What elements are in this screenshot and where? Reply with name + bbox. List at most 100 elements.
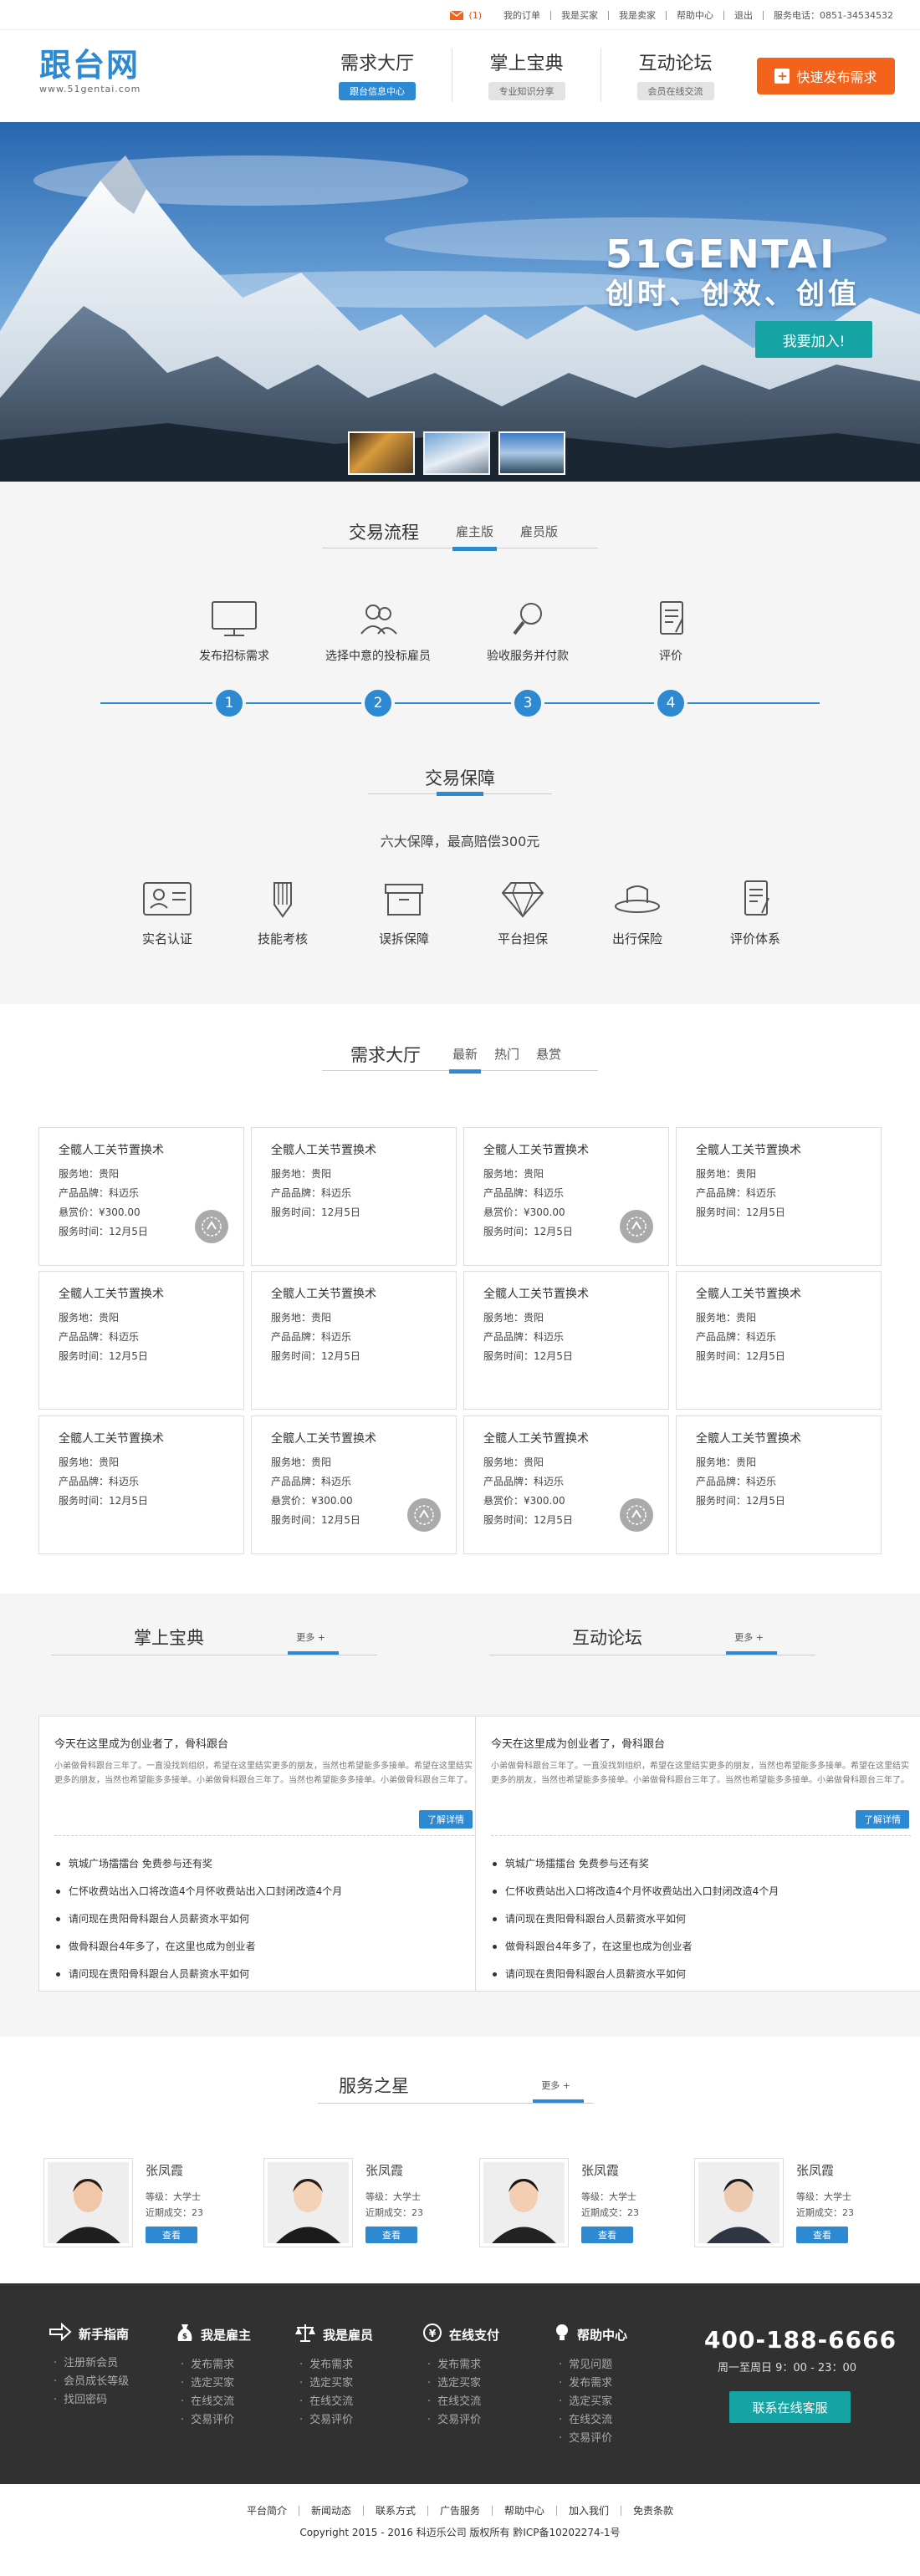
footer-link[interactable]: 会员成长等级: [54, 2373, 129, 2391]
footer-link[interactable]: 在线交流: [559, 2411, 627, 2430]
footer-column-head[interactable]: $ 我是雇主: [176, 2323, 251, 2346]
footer-link[interactable]: 交易评价: [559, 2430, 627, 2448]
guarantee-misremoval[interactable]: 误拆保障: [350, 880, 458, 947]
footer-link[interactable]: 常见问题: [559, 2356, 627, 2375]
article-item[interactable]: 请问现在贵阳骨科跟台人员薪资水平如何: [56, 1905, 342, 1933]
more-link[interactable]: 更多 +: [288, 1630, 339, 1655]
footer-link[interactable]: 发布需求: [427, 2356, 499, 2375]
banner-thumbnail[interactable]: [348, 431, 415, 475]
avatar[interactable]: [479, 2158, 569, 2247]
demand-card[interactable]: 全髋人工关节置换术 服务地：贵阳 产品品牌：科迈乐 悬赏价：¥300.00 服务时间：1…: [38, 1127, 244, 1266]
card-title: 全髋人工关节置换术: [59, 1144, 164, 1157]
featured-headline[interactable]: 今天在这里成为创业者了，骨科跟台: [491, 1735, 911, 1751]
step-progress-line: [100, 702, 820, 704]
banner-thumbnail[interactable]: [498, 431, 565, 475]
bottom-link[interactable]: 广告服务: [427, 2506, 492, 2516]
tab-employer[interactable]: 雇主版: [452, 515, 498, 551]
demand-card[interactable]: 全髋人工关节置换术 服务地：贵阳 产品品牌：科迈乐 服务时间：12月5日: [38, 1416, 244, 1554]
tab-employee[interactable]: 雇员版: [520, 515, 558, 548]
bottom-link[interactable]: 免责条款: [621, 2506, 685, 2516]
logo[interactable]: 跟台网 www.51gentai.com: [39, 45, 141, 94]
footer-link[interactable]: 发布需求: [181, 2356, 251, 2375]
bottom-link[interactable]: 新闻动态: [298, 2506, 363, 2516]
footer-link[interactable]: 选定买家: [181, 2375, 251, 2393]
article-item[interactable]: 请问现在贵阳骨科跟台人员薪资水平如何: [493, 1961, 779, 1988]
tab-latest[interactable]: 最新: [448, 1038, 482, 1074]
featured-headline[interactable]: 今天在这里成为创业者了，骨科跟台: [54, 1735, 474, 1751]
detail-button[interactable]: 了解详情: [856, 1810, 909, 1829]
article-item[interactable]: 仁怀收费站出入口将改造4个月怀收费站出入口封闭改造4个月: [56, 1878, 342, 1905]
mail-notification[interactable]: (1): [450, 10, 482, 21]
footer-link[interactable]: 交易评价: [181, 2411, 251, 2430]
bottom-link[interactable]: 帮助中心: [492, 2506, 556, 2516]
footer-column-head[interactable]: 新手指南: [49, 2322, 129, 2344]
demand-card[interactable]: 全髋人工关节置换术 服务地：贵阳 产品品牌：科迈乐 服务时间：12月5日: [676, 1127, 882, 1266]
nav-item-forum[interactable]: 互动论坛 会员在线交流: [601, 48, 749, 102]
article-item[interactable]: 请问现在贵阳骨科跟台人员薪资水平如何: [56, 1961, 342, 1988]
footer-link[interactable]: 在线交流: [427, 2393, 499, 2411]
avatar[interactable]: [263, 2158, 353, 2247]
demand-card[interactable]: 全髋人工关节置换术 服务地：贵阳 产品品牌：科迈乐 服务时间：12月5日: [38, 1271, 244, 1410]
guarantee-platform[interactable]: 平台担保: [468, 880, 577, 947]
svg-text:$: $: [182, 2333, 187, 2341]
banner-thumbnail[interactable]: [423, 431, 490, 475]
view-button[interactable]: 查看: [146, 2227, 197, 2243]
publish-demand-button[interactable]: + 快速发布需求: [757, 58, 895, 94]
top-link[interactable]: 我的订单: [493, 11, 550, 20]
footer-link[interactable]: 找回密码: [54, 2391, 129, 2410]
top-link[interactable]: 帮助中心: [666, 10, 723, 20]
tab-reward[interactable]: 悬赏: [536, 1038, 561, 1071]
article-item[interactable]: 仁怀收费站出入口将改造4个月怀收费站出入口封闭改造4个月: [493, 1878, 779, 1905]
join-button[interactable]: 我要加入!: [755, 321, 872, 358]
nav-item-demand[interactable]: 需求大厅 跟台信息中心: [303, 48, 452, 102]
footer-link[interactable]: 发布需求: [559, 2375, 627, 2393]
bottom-link[interactable]: 加入我们: [556, 2506, 621, 2516]
footer-link[interactable]: 发布需求: [299, 2356, 373, 2375]
tab-hot[interactable]: 热门: [494, 1038, 519, 1071]
article-item[interactable]: 做骨科跟台4年多了，在这里也成为创业者: [56, 1933, 342, 1961]
demand-card[interactable]: 全髋人工关节置换术 服务地：贵阳 产品品牌：科迈乐 服务时间：12月5日: [676, 1416, 882, 1554]
view-button[interactable]: 查看: [365, 2227, 417, 2243]
footer-link[interactable]: 选定买家: [299, 2375, 373, 2393]
footer-link[interactable]: 选定买家: [559, 2393, 627, 2411]
footer-column-head[interactable]: 我是雇员: [294, 2323, 373, 2346]
guarantee-review[interactable]: 评价体系: [701, 880, 810, 947]
footer-link[interactable]: 注册新会员: [54, 2354, 129, 2373]
view-button[interactable]: 查看: [796, 2227, 848, 2243]
article-item[interactable]: 筑城广场擂擂台 免费参与还有奖: [56, 1850, 342, 1878]
article-item[interactable]: 请问现在贵阳骨科跟台人员薪资水平如何: [493, 1905, 779, 1933]
demand-card[interactable]: 全髋人工关节置换术 服务地：贵阳 产品品牌：科迈乐 服务时间：12月5日: [463, 1271, 669, 1410]
detail-button[interactable]: 了解详情: [419, 1810, 473, 1829]
step-select: 选择中意的投标雇员: [311, 600, 445, 664]
demand-card[interactable]: 全髋人工关节置换术 服务地：贵阳 产品品牌：科迈乐 悬赏价：¥300.00 服务时间：1…: [251, 1416, 457, 1554]
demand-card[interactable]: 全髋人工关节置换术 服务地：贵阳 产品品牌：科迈乐 服务时间：12月5日: [676, 1271, 882, 1410]
article-item[interactable]: 筑城广场擂擂台 免费参与还有奖: [493, 1850, 779, 1878]
footer-link[interactable]: 在线交流: [299, 2393, 373, 2411]
nav-item-manual[interactable]: 掌上宝典 专业知识分享: [452, 48, 601, 102]
footer-link[interactable]: 在线交流: [181, 2393, 251, 2411]
guarantee-skill[interactable]: 技能考核: [228, 880, 337, 947]
bottom-link[interactable]: 联系方式: [362, 2506, 427, 2516]
guarantee-travel[interactable]: 出行保险: [583, 880, 692, 947]
demand-card[interactable]: 全髋人工关节置换术 服务地：贵阳 产品品牌：科迈乐 服务时间：12月5日: [251, 1271, 457, 1410]
avatar[interactable]: [694, 2158, 784, 2247]
footer-column-head[interactable]: 帮助中心: [554, 2323, 627, 2346]
view-button[interactable]: 查看: [581, 2227, 633, 2243]
more-link[interactable]: 更多 +: [726, 1630, 777, 1655]
top-link[interactable]: 我是买家: [550, 10, 608, 20]
top-link[interactable]: 我是卖家: [608, 10, 666, 20]
demand-card[interactable]: 全髋人工关节置换术 服务地：贵阳 产品品牌：科迈乐 服务时间：12月5日: [251, 1127, 457, 1266]
guarantee-realname[interactable]: 实名认证: [113, 880, 222, 947]
footer-link[interactable]: 交易评价: [427, 2411, 499, 2430]
demand-card[interactable]: 全髋人工关节置换术 服务地：贵阳 产品品牌：科迈乐 悬赏价：¥300.00 服务时间：1…: [463, 1416, 669, 1554]
more-link[interactable]: 更多 +: [533, 2079, 584, 2103]
top-link[interactable]: 退出: [723, 10, 763, 20]
footer-link[interactable]: 交易评价: [299, 2411, 373, 2430]
avatar[interactable]: [43, 2158, 133, 2247]
footer-link[interactable]: 选定买家: [427, 2375, 499, 2393]
online-service-button[interactable]: 联系在线客服: [729, 2391, 851, 2423]
demand-card[interactable]: 全髋人工关节置换术 服务地：贵阳 产品品牌：科迈乐 悬赏价：¥300.00 服务时间：1…: [463, 1127, 669, 1266]
article-item[interactable]: 做骨科跟台4年多了，在这里也成为创业者: [493, 1933, 779, 1961]
bottom-link[interactable]: 平台简介: [235, 2506, 299, 2516]
footer-column-head[interactable]: ¥ 在线支付: [422, 2323, 499, 2346]
